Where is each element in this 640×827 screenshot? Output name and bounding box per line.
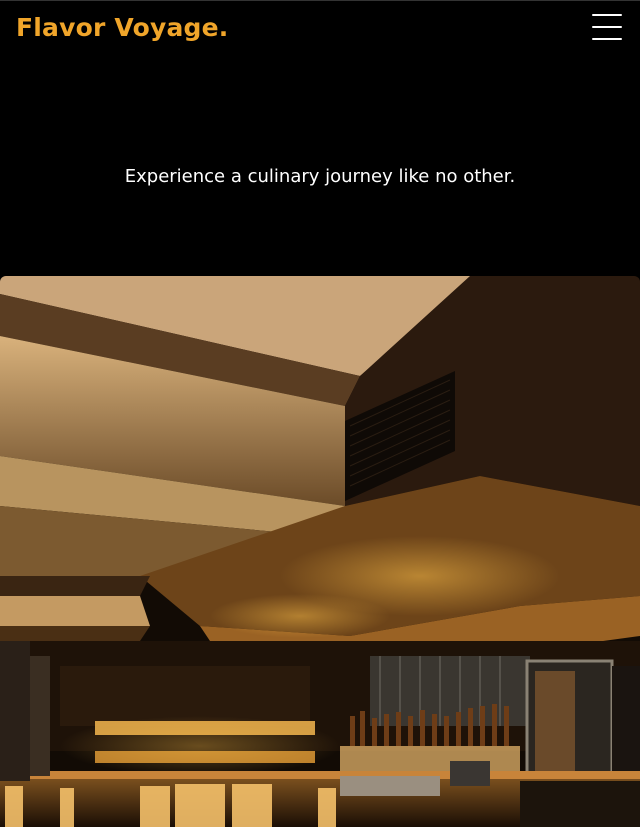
restaurant-bar-interior-photo (0, 276, 640, 827)
hamburger-menu-icon[interactable] (590, 12, 624, 42)
menu-line (592, 38, 622, 40)
site-header: Flavor Voyage. (0, 0, 640, 60)
menu-line (592, 26, 622, 28)
menu-line (592, 14, 622, 16)
brand-logo[interactable]: Flavor Voyage. (16, 13, 229, 42)
hero-image (0, 276, 640, 827)
hero-tagline: Experience a culinary journey like no ot… (124, 166, 516, 187)
